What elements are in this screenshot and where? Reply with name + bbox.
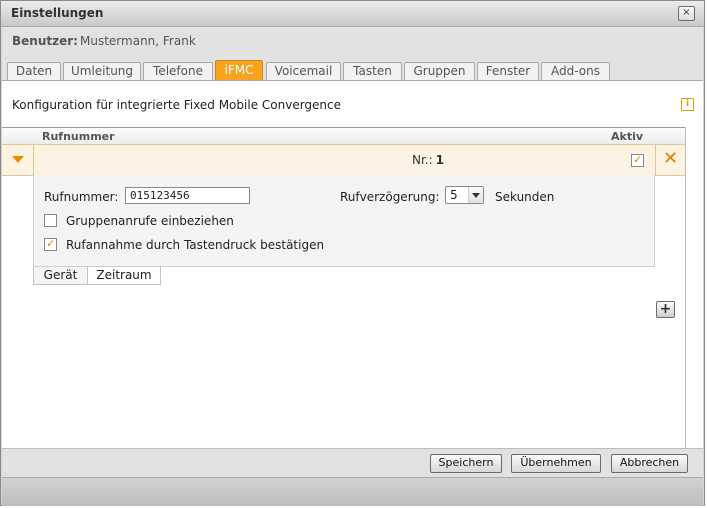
- group-calls-checkbox[interactable]: [44, 214, 57, 227]
- tab-daten[interactable]: Daten: [7, 62, 61, 80]
- table-row: Nr.: 1 ✓ ✕: [2, 144, 685, 176]
- tab-tasten[interactable]: Tasten: [343, 62, 402, 80]
- delay-select[interactable]: 5: [445, 186, 484, 204]
- column-header-active: Aktiv: [611, 130, 644, 143]
- delete-icon: ✕: [663, 148, 679, 169]
- column-header-number: Rufnummer: [42, 130, 115, 143]
- button-bar: Speichern Übernehmen Abbrechen: [2, 448, 703, 477]
- tab-fenster[interactable]: Fenster: [477, 62, 539, 80]
- row-number-label: Nr.:: [412, 153, 433, 167]
- cancel-button[interactable]: Abbrechen: [611, 454, 688, 473]
- tab-gruppen[interactable]: Gruppen: [404, 62, 475, 80]
- delay-unit: Sekunden: [495, 190, 555, 204]
- row-number: Nr.: 1: [412, 153, 444, 167]
- tab-add-ons[interactable]: Add-ons: [541, 62, 610, 80]
- apply-button[interactable]: Übernehmen: [511, 454, 601, 473]
- confirm-label: Rufannahme durch Tastendruck bestätigen: [66, 238, 325, 252]
- save-button[interactable]: Speichern: [430, 454, 502, 473]
- table-header: Rufnummer Aktiv: [2, 127, 685, 145]
- info-icon[interactable]: i: [681, 98, 694, 111]
- tab-ifmc[interactable]: iFMC: [215, 60, 263, 80]
- subtab-geraet[interactable]: Gerät: [33, 267, 88, 285]
- chevron-down-icon: [468, 187, 483, 203]
- checkmark-icon: ✓: [633, 153, 643, 166]
- user-label: Benutzer:: [12, 34, 78, 48]
- row-number-value: 1: [435, 153, 445, 167]
- delay-label: Rufverzögerung:: [340, 190, 440, 204]
- user-name: Mustermann, Frank: [80, 34, 196, 48]
- checkmark-icon: ✓: [46, 237, 56, 250]
- expand-toggle[interactable]: [2, 145, 34, 175]
- status-bar: [2, 477, 703, 506]
- tab-umleitung[interactable]: Umleitung: [63, 62, 141, 80]
- number-input[interactable]: 015123456: [125, 187, 250, 204]
- ifmc-panel: Konfiguration für integrierte Fixed Mobi…: [2, 80, 703, 448]
- tab-voicemail[interactable]: Voicemail: [266, 62, 341, 80]
- active-checkbox[interactable]: ✓: [631, 153, 644, 167]
- number-label: Rufnummer:: [44, 190, 119, 204]
- confirm-checkbox[interactable]: ✓: [44, 237, 57, 251]
- group-calls-label: Gruppenanrufe einbeziehen: [66, 214, 234, 228]
- window-title: Einstellungen: [11, 6, 104, 20]
- close-button[interactable]: ×: [678, 6, 695, 21]
- user-bar: Benutzer: Mustermann, Frank: [2, 27, 703, 54]
- tab-telefone[interactable]: Telefone: [143, 62, 213, 80]
- settings-window: Einstellungen × Benutzer: Mustermann, Fr…: [0, 0, 705, 506]
- delay-value: 5: [450, 188, 458, 202]
- subtab-zeitraum[interactable]: Zeitraum: [87, 267, 161, 285]
- title-bar: Einstellungen ×: [1, 1, 704, 27]
- add-row-button[interactable]: +: [656, 301, 675, 318]
- config-title: Konfiguration für integrierte Fixed Mobi…: [12, 98, 342, 112]
- tab-bar: Daten Umleitung Telefone iFMC Voicemail …: [2, 54, 703, 80]
- row-detail-panel: Rufnummer: 015123456 Rufverzögerung: 5 S…: [33, 175, 655, 267]
- delete-row-button[interactable]: ✕: [655, 145, 686, 175]
- triangle-down-icon: [12, 156, 24, 163]
- vertical-divider: [685, 127, 686, 448]
